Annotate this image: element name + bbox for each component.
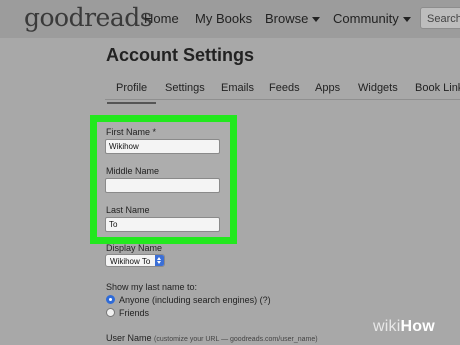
display-name-label: Display Name — [106, 243, 163, 253]
user-name-title: User Name — [106, 333, 152, 343]
nav-community[interactable]: Community — [333, 11, 411, 26]
watermark-suffix: How — [400, 318, 435, 335]
show-last-name-label: Show my last name to: — [106, 282, 198, 292]
radio-anyone-label: Anyone (including search engines) (?) — [119, 295, 271, 305]
watermark-prefix: wiki — [373, 318, 401, 335]
last-name-label: Last Name — [106, 205, 150, 215]
select-arrows-icon — [155, 255, 164, 266]
tab-feeds[interactable]: Feeds — [269, 82, 300, 94]
chevron-down-icon — [312, 17, 321, 23]
goodreads-logo[interactable]: goodreads — [24, 3, 153, 32]
user-name-hint: (customize your URL — goodreads.com/user… — [154, 336, 318, 343]
nav-browse[interactable]: Browse — [265, 11, 321, 26]
first-name-field[interactable] — [105, 139, 220, 154]
display-name-value: Wikihow To — [110, 257, 151, 266]
tab-emails[interactable]: Emails — [221, 82, 254, 94]
middle-name-label: Middle Name — [106, 166, 160, 176]
tab-widgets[interactable]: Widgets — [358, 82, 398, 94]
tab-apps[interactable]: Apps — [315, 82, 340, 94]
nav-browse-label: Browse — [265, 11, 309, 26]
radio-anyone[interactable] — [106, 295, 115, 304]
search-input[interactable]: Search — [420, 7, 460, 29]
nav-community-label: Community — [333, 11, 399, 26]
page-title: Account Settings — [106, 45, 255, 65]
tab-divider — [105, 99, 460, 100]
chevron-down-icon — [402, 17, 411, 23]
nav-my-books[interactable]: My Books — [195, 11, 252, 26]
tab-profile[interactable]: Profile — [106, 82, 157, 104]
last-name-field[interactable] — [105, 217, 220, 232]
display-name-select[interactable]: Wikihow To — [105, 254, 165, 267]
wikihow-watermark: wikiHow — [373, 318, 435, 336]
first-name-label: First Name * — [106, 127, 157, 137]
radio-friends-label: Friends — [119, 308, 150, 318]
nav-home[interactable]: Home — [144, 11, 179, 26]
tab-book-links[interactable]: Book Links — [415, 82, 460, 94]
tab-settings[interactable]: Settings — [165, 82, 205, 94]
top-nav-bar: goodreads Home My Books Browse Community… — [0, 0, 460, 38]
user-name-label: User Name (customize your URL — goodread… — [106, 333, 318, 343]
radio-friends[interactable] — [106, 308, 115, 317]
middle-name-field[interactable] — [105, 178, 220, 193]
settings-tabs: Profile Settings Emails Feeds Apps Widge… — [0, 76, 460, 104]
